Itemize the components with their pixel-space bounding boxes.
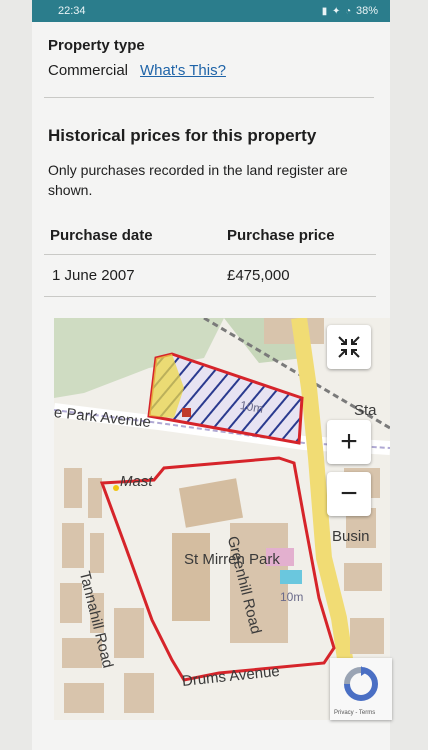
table-header-divider	[44, 254, 376, 255]
divider	[44, 97, 374, 98]
status-bar: 22:34 ▮ ✦ ◔ 38%	[32, 0, 390, 22]
status-icons: ▮ ✦ ◔ 38%	[322, 5, 378, 17]
recaptcha-badge[interactable]: Privacy - Terms	[330, 658, 392, 720]
mast-marker	[113, 485, 119, 491]
whats-this-link[interactable]: What's This?	[140, 62, 226, 79]
column-header-date: Purchase date	[50, 227, 153, 244]
stand-building-west	[172, 533, 210, 621]
sta-label: Sta	[354, 402, 377, 419]
purchase-price-cell: £475,000	[227, 267, 290, 284]
column-header-price: Purchase price	[227, 227, 335, 244]
busin-label: Busin	[332, 528, 370, 545]
purchase-date-cell: 1 June 2007	[52, 267, 135, 284]
battery-percent: 38%	[355, 5, 378, 17]
table-row-divider	[44, 296, 376, 297]
mast-label: Mast	[120, 473, 153, 490]
collapse-icon	[338, 336, 360, 358]
zoom-out-button[interactable]: −	[327, 472, 371, 516]
blue-block	[280, 570, 302, 584]
fullscreen-exit-button[interactable]	[327, 325, 371, 369]
recaptcha-text: Privacy - Terms	[334, 710, 376, 716]
contour-label-south: 10m	[280, 590, 304, 604]
stand-building	[178, 478, 244, 528]
property-type-value: Commercial	[48, 62, 129, 79]
property-type-label: Property type	[48, 37, 145, 54]
stadium-label: St Mirren Park	[184, 551, 280, 568]
signal-icon: ▮ ✦ ◔	[321, 6, 356, 17]
history-note: Only purchases recorded in the land regi…	[48, 162, 348, 198]
zoom-in-button[interactable]: +	[327, 420, 371, 464]
recaptcha-icon	[344, 666, 378, 701]
history-title: Historical prices for this property	[48, 126, 317, 145]
status-time: 22:34	[58, 5, 86, 17]
plot-marker	[182, 408, 191, 417]
